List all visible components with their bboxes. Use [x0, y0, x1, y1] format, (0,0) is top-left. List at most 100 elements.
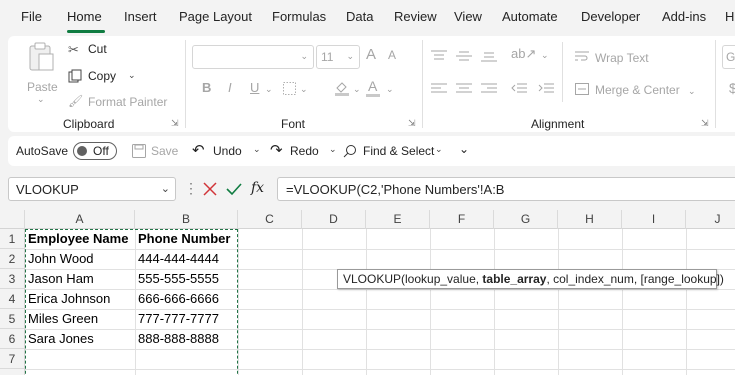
- chevron-down-icon[interactable]: ⌄: [435, 144, 443, 155]
- tab-view[interactable]: View: [454, 9, 482, 24]
- tab-page-layout[interactable]: Page Layout: [179, 9, 252, 24]
- font-color-icon[interactable]: A: [368, 78, 377, 94]
- currency-format-button[interactable]: $: [729, 80, 735, 96]
- fill-color-icon[interactable]: [334, 80, 350, 96]
- align-top-icon[interactable]: [431, 50, 447, 62]
- column-headers: A B C D E F G H I J: [0, 210, 735, 229]
- worksheet-grid[interactable]: A B C D E F G H I J 1 2 3 4 5 6 7 Employ…: [0, 210, 735, 375]
- row-header-4[interactable]: 4: [0, 289, 25, 309]
- column-header-d[interactable]: D: [302, 210, 366, 229]
- chevron-down-icon[interactable]: ⌄: [128, 70, 136, 81]
- font-size-select[interactable]: 11 ⌄: [316, 45, 360, 69]
- column-header-a[interactable]: A: [25, 210, 135, 229]
- dialog-launcher-icon[interactable]: ⇲: [701, 118, 709, 129]
- chevron-down-icon[interactable]: ⌄: [353, 84, 361, 95]
- column-header-i[interactable]: I: [622, 210, 686, 229]
- save-button[interactable]: Save: [151, 144, 178, 158]
- increase-indent-icon[interactable]: [538, 83, 554, 95]
- autosave-toggle[interactable]: Off: [73, 142, 117, 160]
- column-header-b[interactable]: B: [135, 210, 238, 229]
- undo-button[interactable]: Undo: [213, 144, 242, 158]
- select-all-corner[interactable]: [0, 210, 25, 229]
- function-tooltip: VLOOKUP(lookup_value, table_array, col_i…: [337, 269, 724, 289]
- tab-add-ins[interactable]: Add-ins: [662, 9, 706, 24]
- chevron-down-icon[interactable]: ⌄: [253, 144, 261, 155]
- tab-automate[interactable]: Automate: [502, 9, 558, 24]
- bold-button[interactable]: B: [202, 80, 211, 95]
- row-header-7[interactable]: 7: [0, 349, 25, 369]
- row-header-5[interactable]: 5: [0, 309, 25, 329]
- row-header-1[interactable]: 1: [0, 229, 25, 249]
- column-header-e[interactable]: E: [366, 210, 430, 229]
- column-header-j[interactable]: J: [686, 210, 735, 229]
- paste-button[interactable]: Paste ⌄: [22, 40, 60, 104]
- tab-review[interactable]: Review: [394, 9, 437, 24]
- align-right-icon[interactable]: [481, 83, 497, 95]
- copy-button[interactable]: Copy: [88, 69, 116, 83]
- chevron-down-icon: ⌄: [37, 94, 45, 104]
- chevron-down-icon[interactable]: ⌄: [386, 84, 394, 95]
- align-left-icon[interactable]: [431, 83, 447, 95]
- grow-font-button[interactable]: A: [366, 46, 376, 63]
- formula-input[interactable]: =VLOOKUP(C2,'Phone Numbers'!A:B: [277, 177, 735, 201]
- tooltip-prefix: VLOOKUP(lookup_value,: [343, 272, 483, 286]
- gridline: [494, 229, 495, 375]
- column-header-h[interactable]: H: [558, 210, 622, 229]
- tab-insert[interactable]: Insert: [124, 9, 157, 24]
- borders-icon[interactable]: [283, 82, 296, 95]
- font-size-value: 11: [321, 50, 334, 64]
- italic-button[interactable]: I: [228, 80, 232, 95]
- cancel-icon[interactable]: [203, 182, 217, 196]
- cut-button[interactable]: Cut: [88, 42, 107, 56]
- tab-formulas[interactable]: Formulas: [272, 9, 326, 24]
- scissors-icon: ✂: [68, 42, 79, 57]
- align-bottom-icon[interactable]: [481, 50, 497, 62]
- row-header-6[interactable]: 6: [0, 329, 25, 349]
- clipboard-group-label: Clipboard: [63, 117, 115, 131]
- insert-function-button[interactable]: fx: [251, 180, 264, 196]
- customize-qat-icon[interactable]: ⌄: [459, 142, 469, 156]
- column-header-g[interactable]: G: [494, 210, 558, 229]
- chevron-down-icon[interactable]: ⌄: [161, 182, 170, 195]
- chevron-down-icon[interactable]: ⌄: [688, 86, 696, 97]
- save-icon: [132, 144, 146, 158]
- tab-file[interactable]: File: [21, 9, 42, 24]
- row-header-2[interactable]: 2: [0, 249, 25, 269]
- chevron-down-icon[interactable]: ⌄: [300, 84, 308, 95]
- find-select-button[interactable]: Find & Select: [363, 144, 434, 158]
- tab-home[interactable]: Home: [67, 9, 102, 24]
- alignment-group-label: Alignment: [531, 117, 585, 131]
- decrease-indent-icon[interactable]: [511, 83, 527, 95]
- shrink-font-button[interactable]: A: [388, 48, 396, 62]
- name-box[interactable]: VLOOKUP ⌄: [8, 177, 176, 201]
- tab-developer[interactable]: Developer: [581, 9, 640, 24]
- format-painter-button[interactable]: Format Painter: [88, 95, 167, 109]
- row-header-3[interactable]: 3: [0, 269, 25, 289]
- redo-button[interactable]: Redo: [290, 144, 319, 158]
- tab-data[interactable]: Data: [346, 9, 373, 24]
- dialog-launcher-icon[interactable]: ⇲: [171, 118, 179, 129]
- align-middle-icon[interactable]: [456, 50, 472, 62]
- undo-icon: ↶: [192, 142, 205, 159]
- wrap-text-button[interactable]: Wrap Text: [595, 51, 649, 65]
- search-icon: [343, 145, 356, 158]
- column-header-f[interactable]: F: [430, 210, 494, 229]
- number-format-select[interactable]: Ge: [722, 45, 735, 69]
- column-header-c[interactable]: C: [238, 210, 302, 229]
- dialog-launcher-icon[interactable]: ⇲: [408, 118, 416, 129]
- more-options-icon[interactable]: ⋮: [184, 180, 198, 197]
- underline-button[interactable]: U: [250, 80, 259, 95]
- tab-help[interactable]: H: [725, 9, 734, 24]
- chevron-down-icon[interactable]: ⌄: [265, 84, 273, 95]
- chevron-down-icon[interactable]: ⌄: [329, 144, 337, 155]
- orientation-icon[interactable]: ab↗: [511, 46, 536, 62]
- chevron-down-icon[interactable]: ⌄: [541, 50, 549, 61]
- merge-center-button[interactable]: Merge & Center: [595, 83, 680, 97]
- enter-icon[interactable]: [226, 182, 242, 196]
- font-name-select[interactable]: ⌄: [192, 45, 314, 69]
- tooltip-current-arg[interactable]: table_array: [482, 272, 546, 286]
- align-center-icon[interactable]: [456, 83, 472, 95]
- tooltip-suffix: , col_index_num, [range_lookup]): [546, 272, 724, 286]
- redo-icon: ↷: [270, 142, 283, 159]
- row-header-8[interactable]: [0, 369, 25, 375]
